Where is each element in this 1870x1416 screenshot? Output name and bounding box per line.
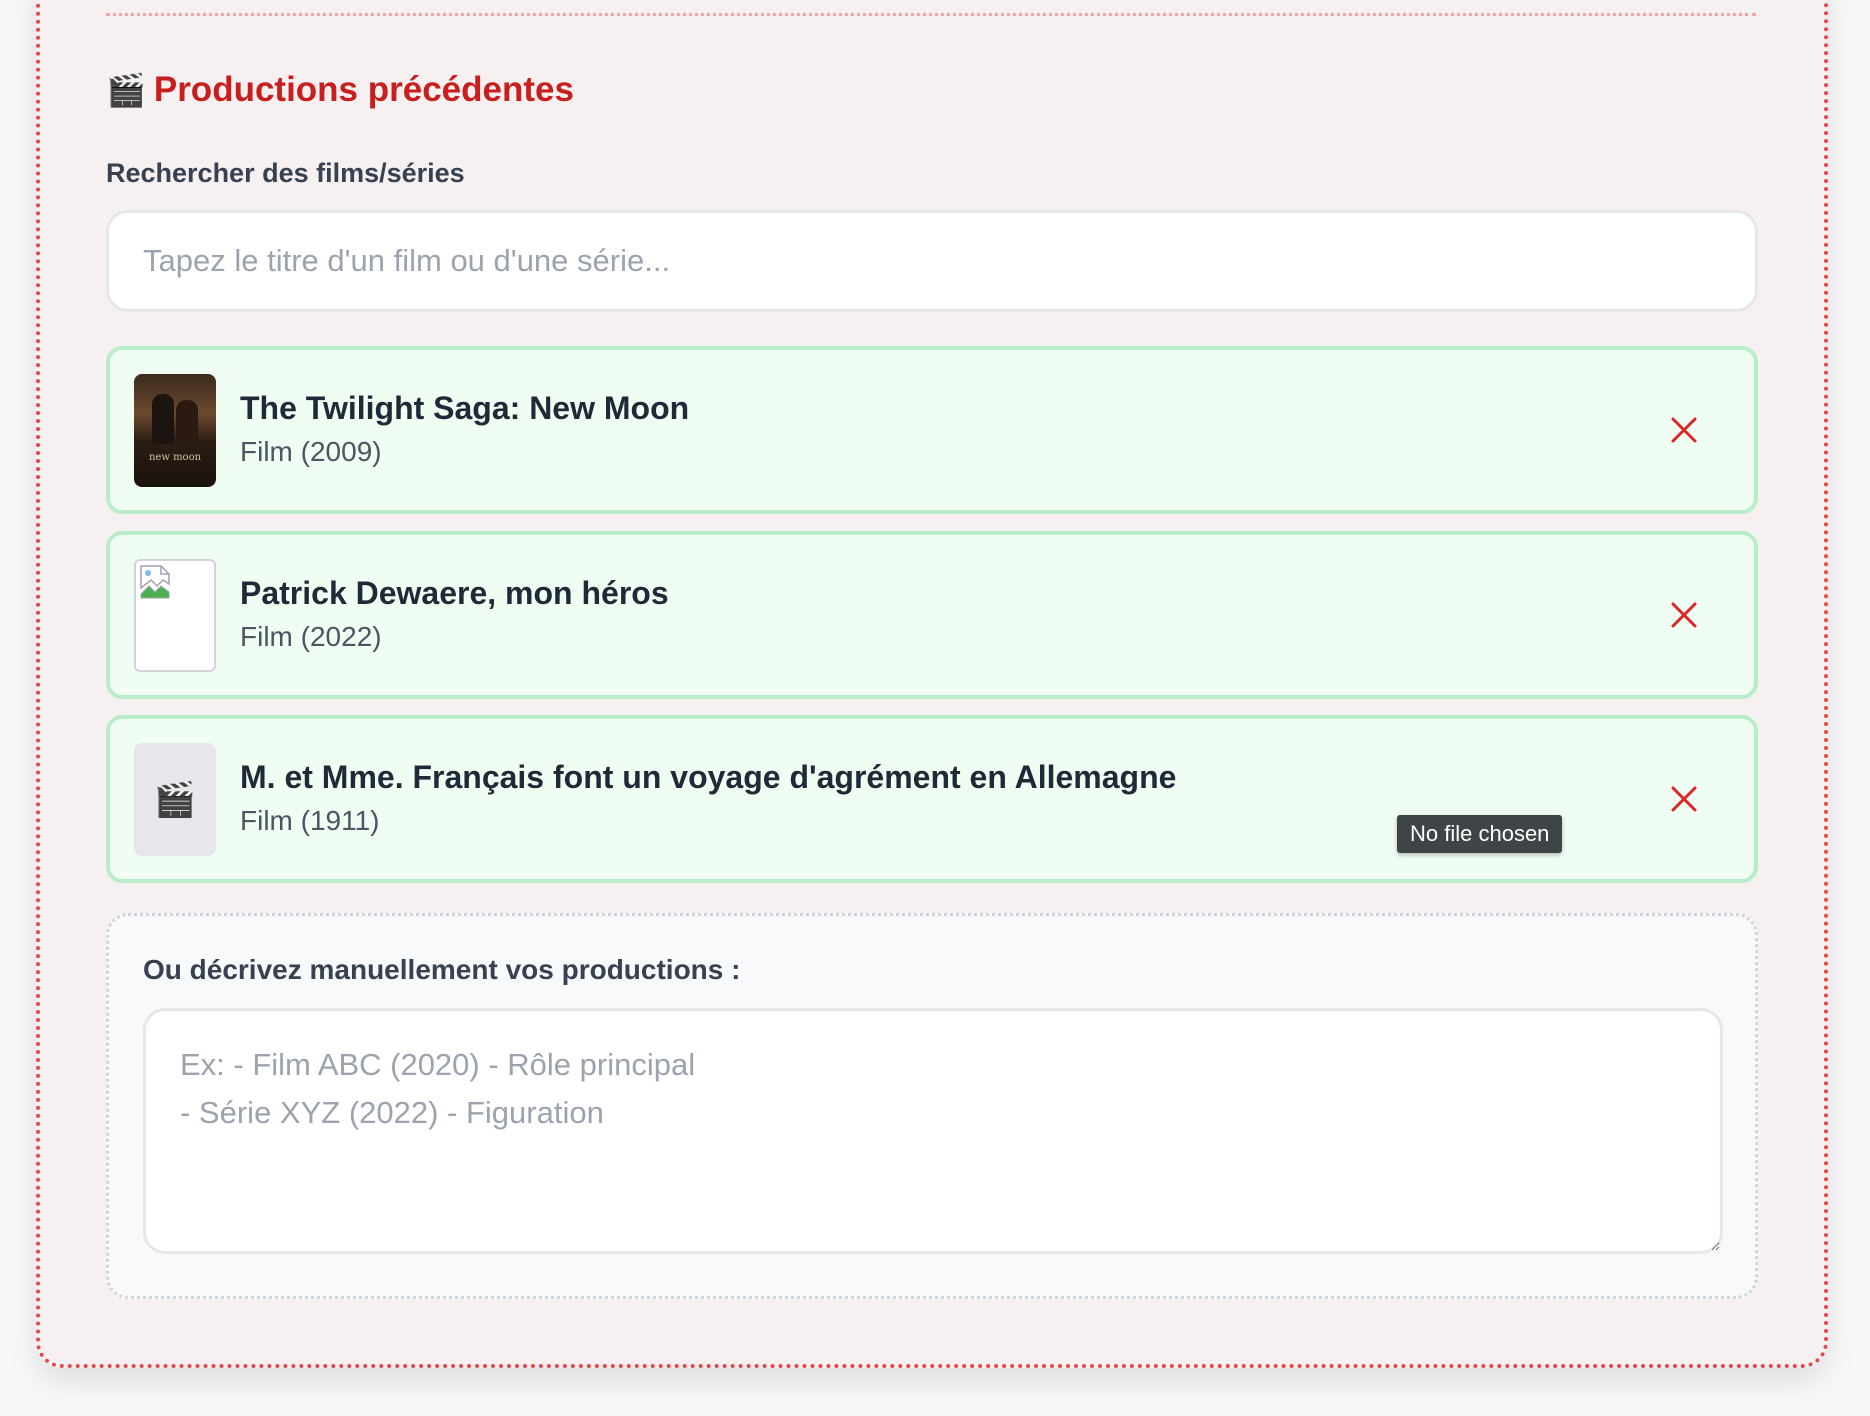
poster-image: new moon bbox=[134, 374, 216, 487]
clapperboard-icon: 🎬 bbox=[106, 72, 146, 108]
remove-production-button[interactable] bbox=[1658, 589, 1710, 641]
manual-entry-box: Ou décrivez manuellement vos productions… bbox=[106, 913, 1758, 1299]
file-tooltip: No file chosen bbox=[1397, 815, 1563, 853]
production-item: 🎬 M. et Mme. Français font un voyage d'a… bbox=[106, 715, 1758, 883]
remove-production-button[interactable] bbox=[1658, 773, 1710, 825]
production-subtitle: Film (1911) bbox=[240, 805, 380, 836]
section-divider bbox=[106, 13, 1756, 16]
manual-label: Ou décrivez manuellement vos productions… bbox=[143, 954, 741, 985]
production-title: The Twilight Saga: New Moon bbox=[240, 390, 690, 426]
close-icon bbox=[1671, 417, 1697, 443]
manual-productions-textarea[interactable] bbox=[143, 1008, 1723, 1254]
section-title: 🎬 Productions précédentes bbox=[106, 70, 574, 110]
section-title-text: Productions précédentes bbox=[153, 70, 574, 109]
production-subtitle: Film (2022) bbox=[240, 621, 382, 652]
production-item: new moon The Twilight Saga: New Moon Fil… bbox=[106, 346, 1758, 514]
production-subtitle: Film (2009) bbox=[240, 436, 382, 467]
search-label: Rechercher des films/séries bbox=[106, 158, 465, 188]
search-input[interactable] bbox=[106, 210, 1758, 312]
close-icon bbox=[1671, 602, 1697, 628]
production-item: Patrick Dewaere, mon héros Film (2022) bbox=[106, 531, 1758, 699]
broken-image-icon bbox=[134, 559, 216, 672]
remove-production-button[interactable] bbox=[1658, 404, 1710, 456]
production-title: Patrick Dewaere, mon héros bbox=[240, 575, 669, 611]
production-title: M. et Mme. Français font un voyage d'agr… bbox=[240, 759, 1177, 795]
close-icon bbox=[1671, 786, 1697, 812]
clapperboard-icon: 🎬 bbox=[134, 743, 216, 856]
